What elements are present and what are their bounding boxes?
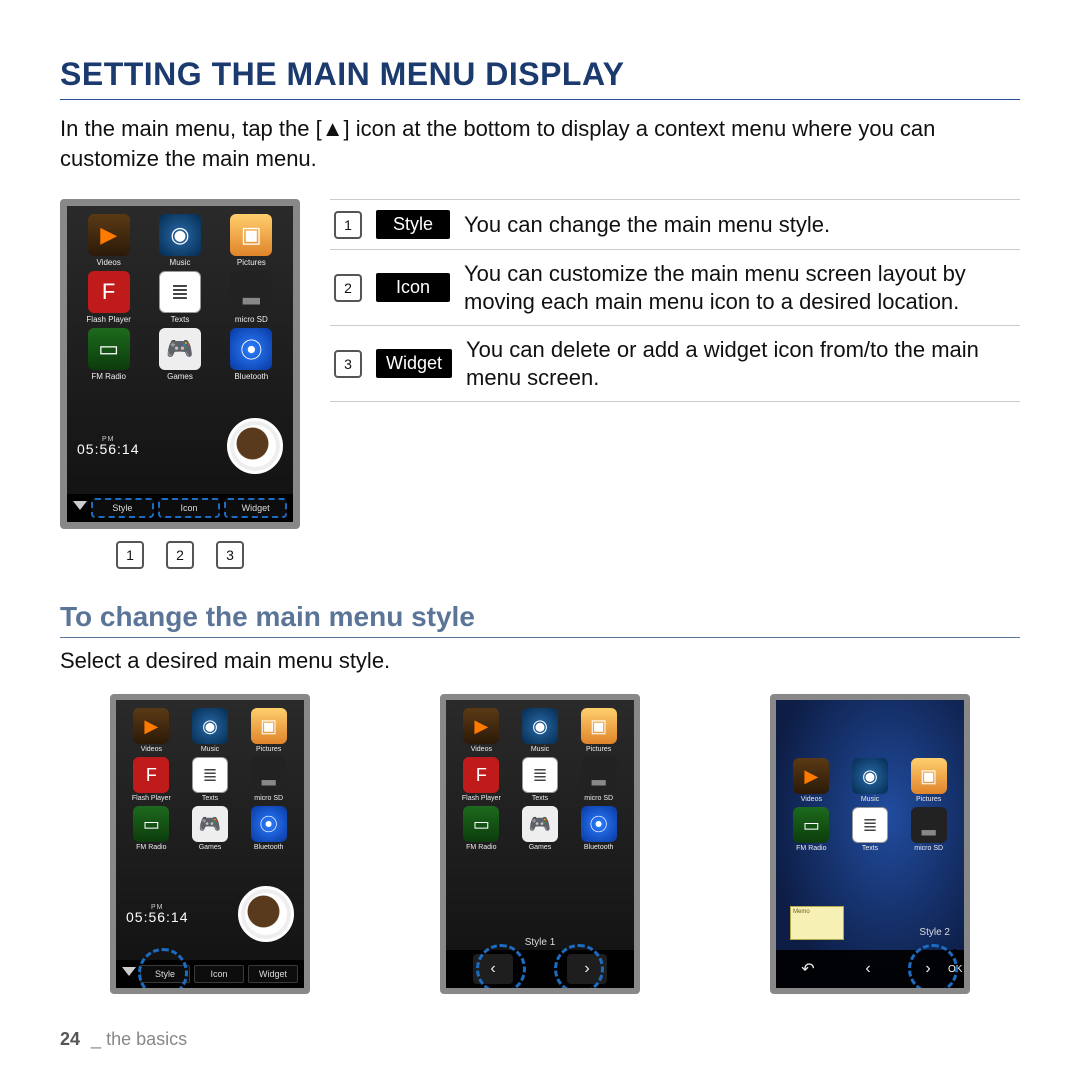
options-table: 1 Style You can change the main menu sty… [330,199,1020,402]
subheading: To change the main menu style [60,601,1020,638]
highlight-circle-icon [138,948,188,994]
style-name-label: Style 2 [919,927,950,938]
music-icon: ◉ [192,708,228,744]
phone-main: ▶ Videos ◉ Music ▣ Pictures F Flash Player ≣… [60,199,300,569]
app-label: FM Radio [91,372,126,381]
style-button[interactable]: Style [91,498,154,518]
row-text: You can change the main menu style. [464,211,830,239]
app-label: Music [170,258,191,267]
page-number: 24 [60,1029,80,1049]
table-row: 2 Icon You can customize the main menu s… [330,250,1020,326]
row-text: You can customize the main menu screen l… [464,260,1016,315]
app-label: Flash Player [86,315,130,324]
texts-icon: ≣ [192,757,228,793]
app-label: Texts [171,315,190,324]
icon-button[interactable]: Icon [158,498,221,518]
collapse-icon[interactable] [73,501,87,515]
back-button[interactable]: ↶ [788,954,828,984]
row-number: 2 [334,274,362,302]
games-icon: 🎮 [159,328,201,370]
sd-icon: ▂ [230,271,272,313]
videos-icon: ▶ [88,214,130,256]
games-icon: 🎮 [192,806,228,842]
icon-chip: Icon [376,273,450,302]
phone-style-a: ▶Videos ◉Music ▣Pictures FFlash Player ≣… [110,694,310,994]
clock: PM05:56:14 [77,436,140,457]
coffee-widget-icon [227,418,283,474]
app-label: Videos [97,258,121,267]
texts-icon: ≣ [159,271,201,313]
app-label: micro SD [235,315,268,324]
icon-button[interactable]: Icon [194,965,244,983]
coffee-widget-icon [238,886,294,942]
radio-icon: ▭ [88,328,130,370]
context-menu-bar: Style Icon Widget [67,494,293,522]
page-footer: 24 _ the basics [60,1029,187,1050]
row-text: You can delete or add a widget icon from… [466,336,1016,391]
phone-screen: ▶ Videos ◉ Music ▣ Pictures F Flash Player ≣… [60,199,300,529]
widget-button[interactable]: Widget [248,965,298,983]
style-name-label: Style 1 [446,937,634,948]
app-label: Pictures [237,258,266,267]
intro-text: In the main menu, tap the [▲] icon at th… [60,114,1020,173]
pictures-icon: ▣ [251,708,287,744]
prev-button[interactable]: ‹ [848,954,888,984]
callout-1: 1 [116,541,144,569]
phone-style-c: ▶Videos ◉Music ▣Pictures ▭FM Radio ≣Text… [770,694,970,994]
section-name: the basics [106,1029,187,1049]
table-row: 3 Widget You can delete or add a widget … [330,326,1020,402]
flash-icon: F [133,757,169,793]
page-title: SETTING THE MAIN MENU DISPLAY [60,56,1020,100]
widget-button[interactable]: Widget [224,498,287,518]
row-number: 1 [334,211,362,239]
table-row: 1 Style You can change the main menu sty… [330,199,1020,250]
sub-text: Select a desired main menu style. [60,648,1020,674]
app-label: Games [167,372,193,381]
callout-3: 3 [216,541,244,569]
music-icon: ◉ [159,214,201,256]
app-label: Bluetooth [234,372,268,381]
widget-chip: Widget [376,349,452,378]
style-chip: Style [376,210,450,239]
callout-2: 2 [166,541,194,569]
bluetooth-icon: ⦿ [230,328,272,370]
pictures-icon: ▣ [230,214,272,256]
sd-icon: ▂ [251,757,287,793]
callout-numbers: 1 2 3 [60,541,300,569]
row-number: 3 [334,350,362,378]
memo-widget: Memo [790,906,844,940]
collapse-icon[interactable] [122,967,136,981]
radio-icon: ▭ [133,806,169,842]
bluetooth-icon: ⦿ [251,806,287,842]
phone-style-b: ▶Videos ◉Music ▣Pictures FFlash Player ≣… [440,694,640,994]
videos-icon: ▶ [133,708,169,744]
flash-icon: F [88,271,130,313]
